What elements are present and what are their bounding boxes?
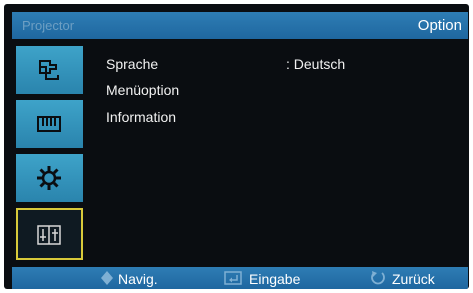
footer-enter-label: Eingabe	[249, 271, 301, 287]
sidebar-item-input[interactable]	[16, 46, 83, 94]
menu-item-label: Information	[106, 109, 177, 125]
picture-settings-icon	[37, 116, 61, 132]
menu-item-menu-option[interactable]: Menüoption	[106, 82, 469, 102]
input-source-icon	[39, 60, 59, 80]
projector-osd-window: Projector Option Sprache: Deutsch Menüo…	[4, 4, 469, 289]
title-bar: Projector Option	[12, 12, 468, 39]
sidebar-item-setup[interactable]	[16, 154, 83, 202]
return-icon	[371, 271, 385, 285]
menu-item-label: Menüoption	[106, 82, 180, 98]
sidebar-item-picture[interactable]	[16, 100, 83, 148]
footer-hint-bar: Navig. Eingabe Zurück	[12, 267, 468, 289]
gear-icon	[37, 166, 61, 190]
sidebar-item-option[interactable]	[16, 208, 83, 260]
option-menu: Sprache : Deutsch Menüoption Information	[88, 43, 468, 265]
menu-item-information[interactable]: Information	[106, 109, 469, 129]
navigate-arrows-icon	[101, 271, 113, 285]
menu-item-value: : Deutsch	[286, 56, 346, 72]
footer-navigate-label: Navig.	[118, 271, 158, 287]
menu-item-language[interactable]: Sprache : Deutsch	[106, 56, 469, 76]
menu-item-label: Sprache	[106, 56, 159, 72]
footer-back-label: Zurück	[392, 271, 435, 287]
enter-icon	[224, 271, 242, 285]
window-title: Projector	[22, 18, 75, 33]
section-title: Option	[417, 17, 462, 34]
sidebar-menu	[12, 43, 87, 265]
option-icon	[37, 225, 61, 245]
